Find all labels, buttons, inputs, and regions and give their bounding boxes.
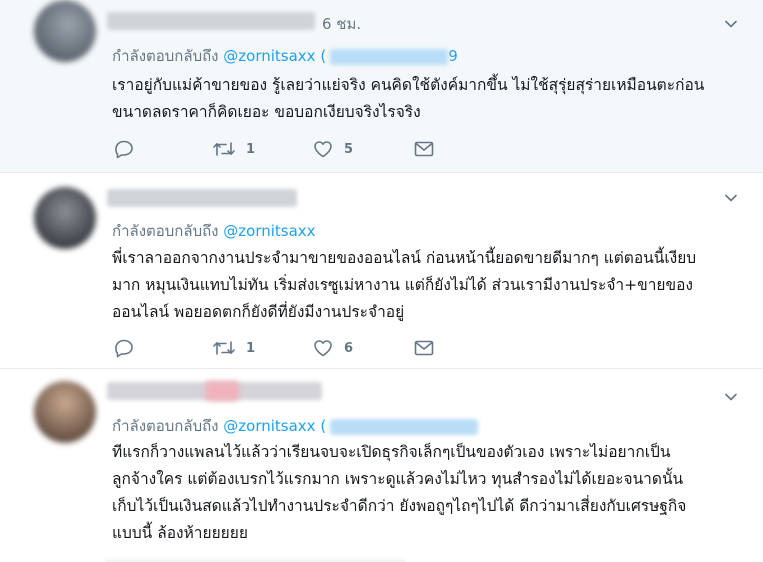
- retweet-icon: [213, 142, 235, 156]
- tweet-2[interactable]: กำลังตอบกลับถึง @zornitsaxx พี่เราลาออกจ…: [0, 173, 763, 369]
- retweet-icon: [213, 341, 235, 355]
- reply-extra-open: (: [320, 47, 327, 65]
- reply-handle-redacted[interactable]: [330, 418, 479, 435]
- retweet-button[interactable]: 1: [212, 337, 255, 359]
- reply-handle-link[interactable]: @zornitsaxx: [223, 47, 315, 65]
- tweet-actions: 1 5: [113, 138, 453, 160]
- reply-icon: [115, 339, 133, 358]
- tweet-text-line: เก็บไว้เป็นเงินสดแล้วไปทำงานประจำดีกว่า …: [112, 497, 687, 515]
- reply-handle-link[interactable]: @zornitsaxx: [223, 417, 315, 435]
- direct-message-button[interactable]: [413, 138, 435, 160]
- like-count: 6: [344, 340, 354, 356]
- author-name-redacted[interactable]: [107, 189, 297, 207]
- retweet-button[interactable]: 1: [212, 138, 255, 160]
- chevron-down-icon[interactable]: [725, 192, 737, 204]
- reply-handle-redacted[interactable]: [330, 48, 449, 65]
- reply-icon: [115, 140, 133, 159]
- retweet-count: 1: [246, 340, 256, 356]
- replying-to: กำลังตอบกลับถึง @zornitsaxx (: [112, 414, 479, 438]
- reply-button[interactable]: [113, 337, 135, 359]
- reply-button[interactable]: [113, 138, 135, 160]
- avatar[interactable]: [34, 0, 96, 62]
- replying-to-label: กำลังตอบกลับถึง: [112, 417, 219, 435]
- tweet-timestamp[interactable]: 6 ชม.: [322, 12, 361, 36]
- cropped-action-row: [105, 556, 405, 562]
- tweet-text: เราอยู่กับแม่ค้าขายของ รู้เลยว่าแย่จริง …: [112, 72, 740, 126]
- tweet-text: ทีแรกก็วางแพลนไว้แล้วว่าเรียนจบจะเปิดธุร…: [112, 439, 740, 547]
- avatar[interactable]: [34, 381, 96, 443]
- tweet-text-line: ทีแรกก็วางแพลนไว้แล้วว่าเรียนจบจะเปิดธุร…: [112, 443, 671, 461]
- heart-icon: [314, 141, 332, 158]
- author-name-redacted[interactable]: [107, 12, 315, 30]
- tweet-text-line: ขนาดลดราคาก็คิดเยอะ ขอบอกเงียบจริงไรจริง: [112, 103, 421, 121]
- author-name-redacted-emoji: [205, 381, 239, 401]
- avatar[interactable]: [34, 187, 96, 249]
- tweet-actions: 1 6: [113, 337, 453, 359]
- tweet-text: พี่เราลาออกจากงานประจำมาขายของออนไลน์ ก่…: [112, 245, 740, 326]
- reply-feed: 6 ชม. กำลังตอบกลับถึง @zornitsaxx (9 เรา…: [0, 0, 763, 562]
- reply-extra-close: 9: [448, 47, 458, 65]
- tweet-text-line: มาก หมุนเงินแทบไม่ทัน เริ่มส่งเรซูเม่หาง…: [112, 276, 693, 294]
- tweet-text-line: ลูกจ้างใคร แต่ต้องเบรกไว้แรกมาก เพราะดูแ…: [112, 470, 684, 488]
- like-button[interactable]: 5: [312, 138, 353, 160]
- heart-icon: [314, 340, 332, 357]
- like-count: 5: [344, 141, 354, 157]
- direct-message-icon: [414, 340, 434, 356]
- direct-message-button[interactable]: [413, 337, 435, 359]
- chevron-down-icon[interactable]: [725, 391, 737, 403]
- tweet-text-line: พี่เราลาออกจากงานประจำมาขายของออนไลน์ ก่…: [112, 249, 697, 267]
- replying-to: กำลังตอบกลับถึง @zornitsaxx (9: [112, 44, 458, 68]
- tweet-text-line: ออนไลน์ พอยอดตกก็ยังดีที่ยังมีงานประจำอย…: [112, 303, 405, 321]
- chevron-down-icon[interactable]: [725, 18, 737, 30]
- like-button[interactable]: 6: [312, 337, 353, 359]
- reply-extra-open: (: [320, 417, 327, 435]
- tweet-text-line: แบบนี้ ล้องห้ายยยยย: [112, 524, 248, 542]
- direct-message-icon: [414, 141, 434, 157]
- replying-to: กำลังตอบกลับถึง @zornitsaxx: [112, 219, 316, 243]
- reply-handle-link[interactable]: @zornitsaxx: [223, 222, 315, 240]
- replying-to-label: กำลังตอบกลับถึง: [112, 47, 219, 65]
- tweet-1[interactable]: 6 ชม. กำลังตอบกลับถึง @zornitsaxx (9 เรา…: [0, 0, 763, 173]
- replying-to-label: กำลังตอบกลับถึง: [112, 222, 219, 240]
- retweet-count: 1: [246, 141, 256, 157]
- tweet-3[interactable]: กำลังตอบกลับถึง @zornitsaxx ( ทีแรกก็วาง…: [0, 369, 763, 562]
- tweet-text-line: เราอยู่กับแม่ค้าขายของ รู้เลยว่าแย่จริง …: [112, 76, 705, 94]
